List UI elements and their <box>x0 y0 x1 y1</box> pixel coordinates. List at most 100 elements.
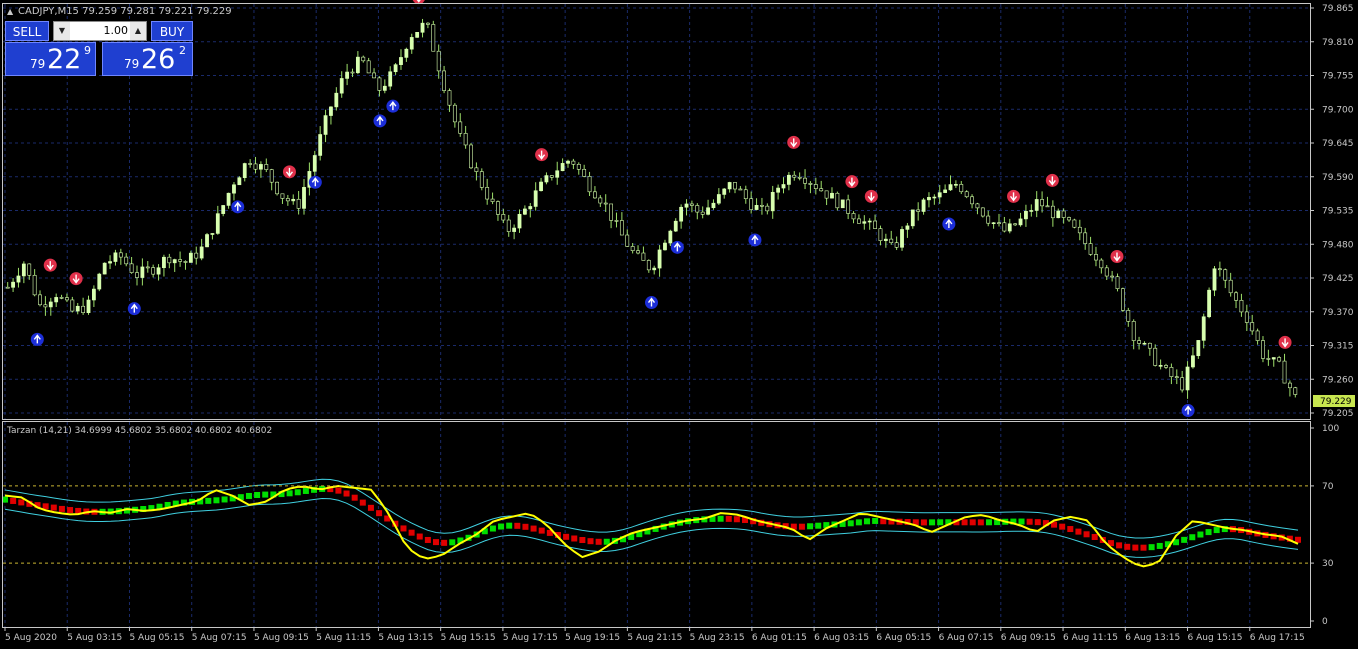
price-tick-label: 79.535 <box>1322 207 1354 217</box>
collapse-icon[interactable]: ▲ <box>7 7 14 16</box>
signal-dot <box>1205 529 1212 536</box>
candle-body <box>1255 330 1260 341</box>
candle-body <box>657 249 662 269</box>
chart-canvas[interactable]: CADJPY,M15 79.259 79.281 79.221 79.229 ▲… <box>0 0 1358 649</box>
candle-body <box>593 191 597 199</box>
candle-body <box>339 78 344 94</box>
grid-lines <box>3 4 1310 627</box>
signal-dot <box>498 523 505 530</box>
sell-price-box[interactable]: 79 22 9 <box>5 42 96 76</box>
candle-body <box>652 267 657 271</box>
time-tick-label: 5 Aug 13:15 <box>378 633 433 643</box>
candle-body <box>889 238 894 244</box>
signal-dot <box>441 539 448 546</box>
signal-dot <box>595 538 602 545</box>
candle-body <box>517 213 522 229</box>
candle-body <box>188 252 193 263</box>
candle-body <box>11 281 15 288</box>
lot-decrease-icon[interactable]: ▼ <box>54 22 70 40</box>
candle-body <box>447 90 452 106</box>
signal-dot <box>254 491 261 498</box>
candle-body <box>479 171 484 188</box>
candle-body <box>404 48 409 58</box>
buy-button[interactable]: BUY <box>151 21 193 41</box>
candle-body <box>722 188 727 195</box>
signal-dot <box>798 523 805 530</box>
candle-body <box>1196 340 1201 357</box>
candle-body <box>786 174 791 185</box>
candle-body <box>668 230 673 244</box>
candle-body <box>506 219 511 232</box>
candle-body <box>673 220 678 232</box>
candle-body <box>587 176 592 193</box>
candle-body <box>560 163 565 172</box>
candle-body <box>399 57 403 65</box>
candle-body <box>248 163 253 165</box>
candle-body <box>706 207 710 215</box>
signal-dot <box>815 522 822 529</box>
candle-body <box>280 193 285 199</box>
candle-body <box>1266 358 1271 360</box>
signal-dot <box>1181 536 1188 543</box>
signal-dot <box>367 504 374 511</box>
indicator-tick-label: 100 <box>1322 424 1339 434</box>
candle-body <box>1104 267 1109 277</box>
candle-body <box>1002 222 1007 232</box>
lot-increase-icon[interactable]: ▲ <box>130 22 146 40</box>
candle-body <box>512 227 517 232</box>
candle-body <box>318 134 323 156</box>
candle-body <box>900 229 904 248</box>
candle-body <box>840 199 845 209</box>
sell-price-big: 22 <box>47 44 82 75</box>
candle-body <box>355 56 360 74</box>
candle-body <box>1239 300 1244 313</box>
signal-dot <box>359 499 366 506</box>
sell-price-sup: 9 <box>84 44 91 57</box>
candle-body <box>824 190 829 199</box>
candle-body <box>878 228 883 241</box>
candle-body <box>156 267 161 275</box>
candle-body <box>555 170 560 178</box>
price-tick-label: 79.590 <box>1322 173 1354 183</box>
candle-body <box>469 144 473 169</box>
candle-body <box>291 198 296 202</box>
signal-dot <box>807 523 814 530</box>
candle-body <box>436 50 441 72</box>
time-tick-label: 5 Aug 23:15 <box>690 633 745 643</box>
candle-body <box>70 299 75 312</box>
candle-body <box>253 163 258 170</box>
sell-button[interactable]: SELL <box>5 21 49 41</box>
time-tick-label: 5 Aug 03:15 <box>67 633 122 643</box>
signal-dot <box>10 497 17 504</box>
candle-body <box>679 206 684 222</box>
candle-body <box>991 222 996 225</box>
time-tick-label: 6 Aug 07:15 <box>939 633 994 643</box>
candle-body <box>1126 310 1131 322</box>
candle-body <box>1180 377 1185 391</box>
candle-body <box>776 187 781 193</box>
candle-body <box>38 294 42 306</box>
candle-body <box>1250 322 1255 332</box>
candle-body <box>528 206 533 210</box>
signal-dot <box>977 519 984 526</box>
candle-body <box>463 133 468 146</box>
time-tick-label: 5 Aug 05:15 <box>129 633 184 643</box>
candle-body <box>603 202 608 205</box>
lot-size-stepper[interactable]: ▼ 1.00 ▲ <box>53 21 147 41</box>
candle-body <box>194 252 199 259</box>
buy-price-box[interactable]: 79 26 2 <box>102 42 193 76</box>
signal-dot <box>351 494 358 501</box>
candle-body <box>1271 357 1276 360</box>
candle-body <box>738 188 743 191</box>
candle-body <box>953 184 958 186</box>
candle-body <box>361 56 366 62</box>
signal-dot <box>530 525 537 532</box>
lot-size-value[interactable]: 1.00 <box>72 22 129 40</box>
current-price-label: 79.229 <box>1320 397 1352 407</box>
signal-dot <box>717 515 724 522</box>
candle-body <box>1067 217 1071 221</box>
candle-body <box>1083 232 1088 244</box>
candle-body <box>226 192 231 206</box>
price-tick-label: 79.370 <box>1322 308 1354 318</box>
candle-body <box>1110 275 1115 278</box>
